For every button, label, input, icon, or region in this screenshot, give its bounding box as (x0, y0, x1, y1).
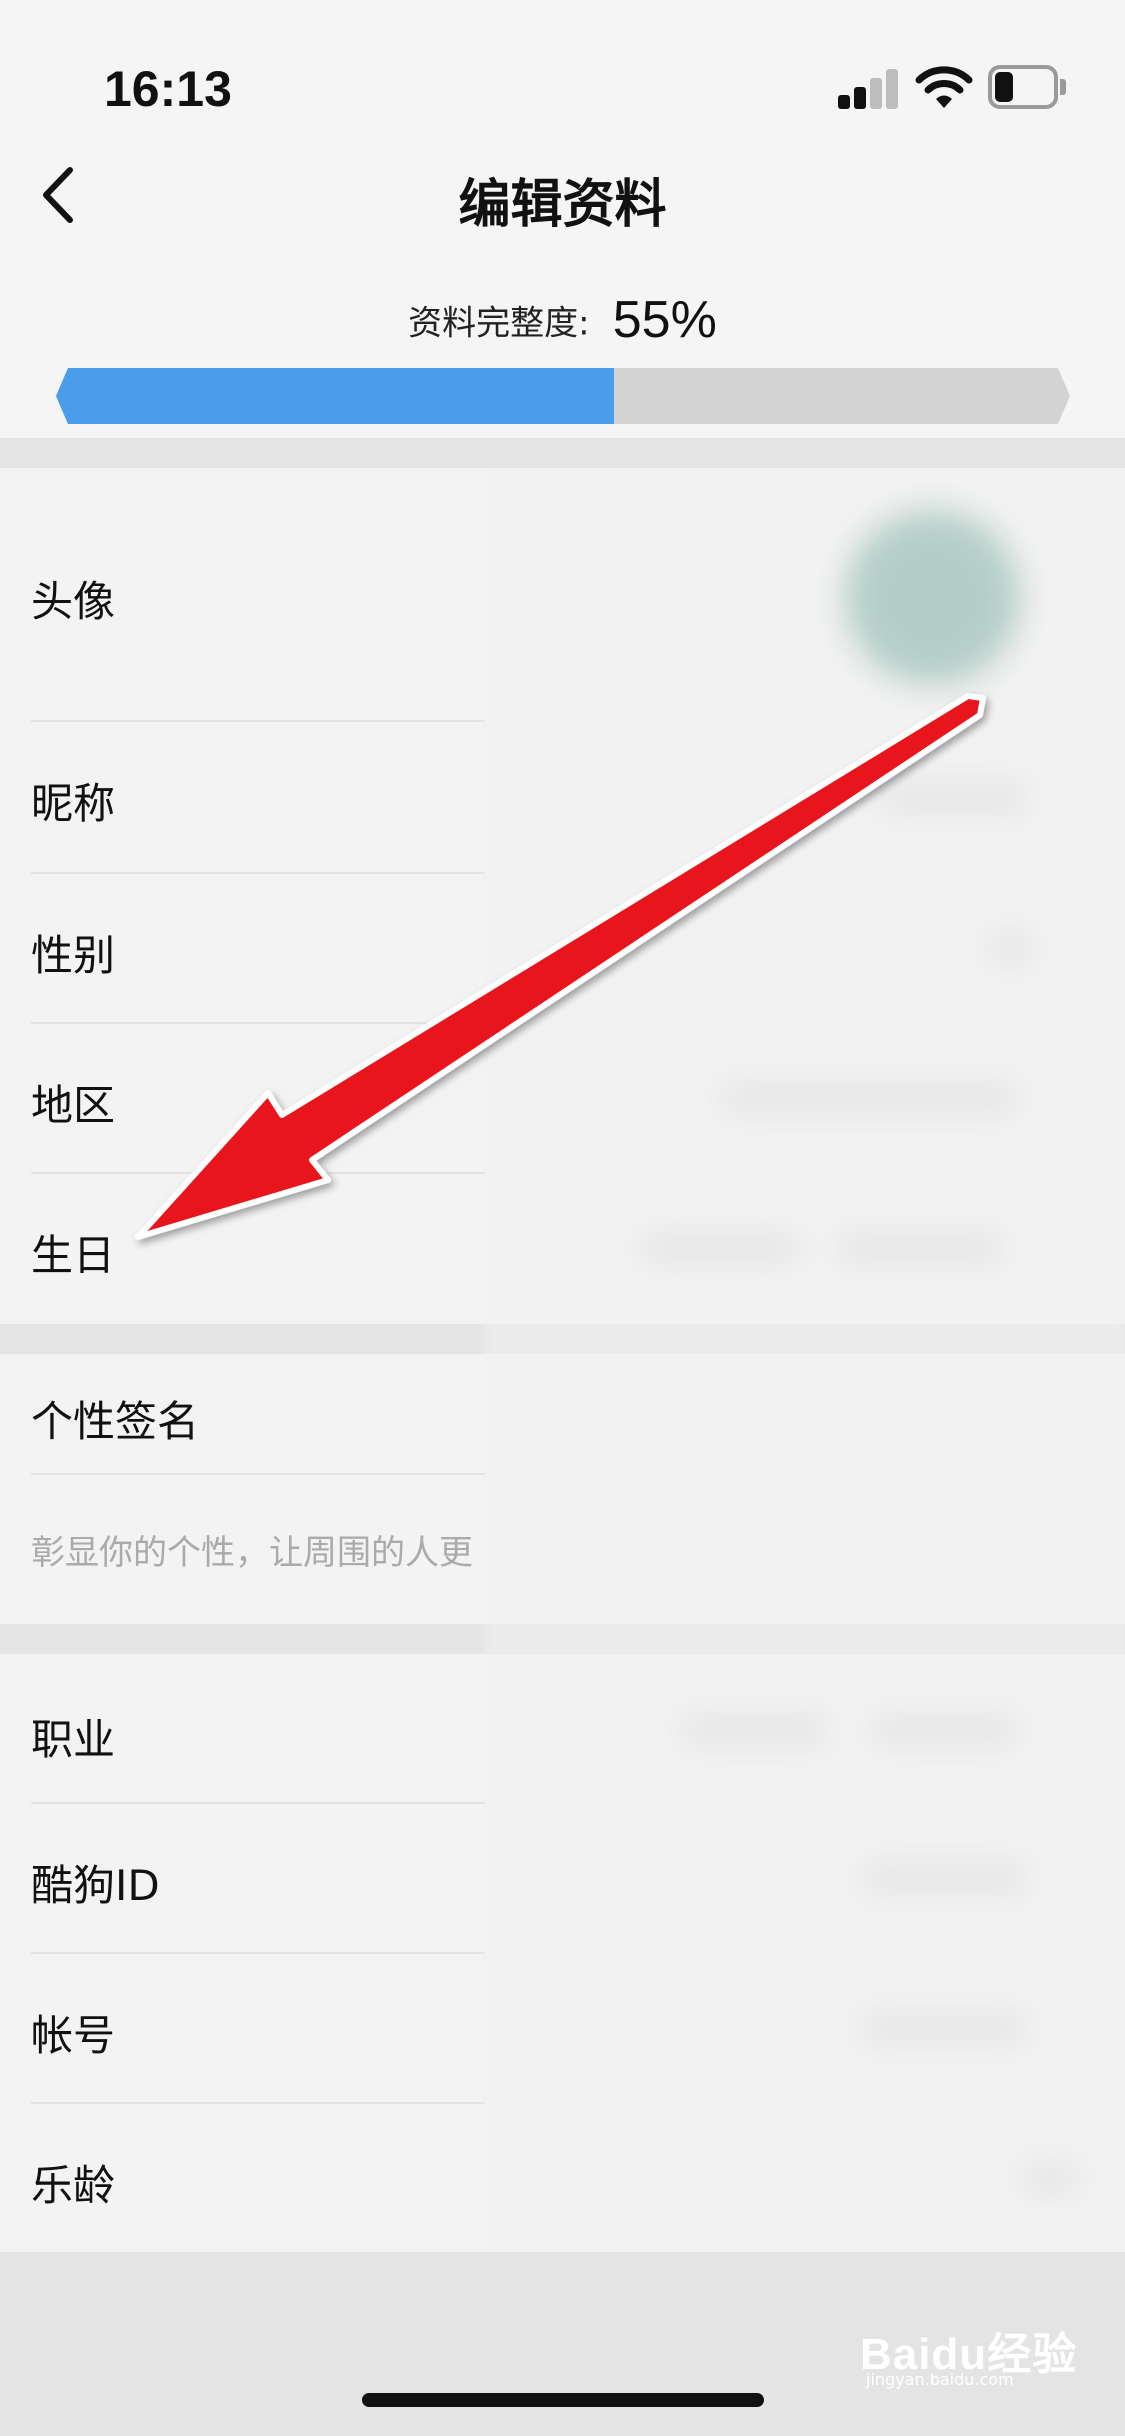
status-time: 16:13 (104, 61, 232, 117)
completeness-label: 资料完整度: (408, 303, 590, 344)
blurred-region (485, 470, 1125, 2250)
completeness-row: 资料完整度: 55% (0, 290, 1125, 350)
watermark: Baidu经验 jingyan.baidu.com (860, 2310, 1080, 2390)
completeness-value: 55% (612, 291, 717, 349)
home-indicator[interactable] (362, 2393, 764, 2407)
signature-label: 个性签名 (31, 1397, 200, 1446)
battery-icon (988, 65, 1066, 109)
occupation-label: 职业 (31, 1715, 116, 1764)
birthday-label: 生日 (31, 1231, 116, 1280)
music-age-label: 乐龄 (31, 2161, 116, 2210)
section-gap (0, 438, 1125, 468)
account-label: 帐号 (31, 2011, 116, 2060)
avatar-label: 头像 (31, 577, 116, 626)
cellular-signal-icon (838, 67, 900, 109)
page-title: 编辑资料 (458, 175, 667, 235)
watermark-url: jingyan.baidu.com (866, 2370, 1014, 2389)
divider (31, 1473, 485, 1475)
signature-input[interactable]: 彰显你的个性，让周围的人更 (31, 1525, 473, 1574)
kugou-id-label: 酷狗ID (31, 1861, 160, 1910)
region-label: 地区 (31, 1081, 116, 1130)
nickname-label: 昵称 (31, 779, 116, 828)
completeness-progress-bar (56, 368, 1070, 424)
wifi-icon (915, 64, 973, 110)
status-bar: 16:13 (0, 0, 1125, 180)
gender-label: 性别 (31, 931, 116, 980)
